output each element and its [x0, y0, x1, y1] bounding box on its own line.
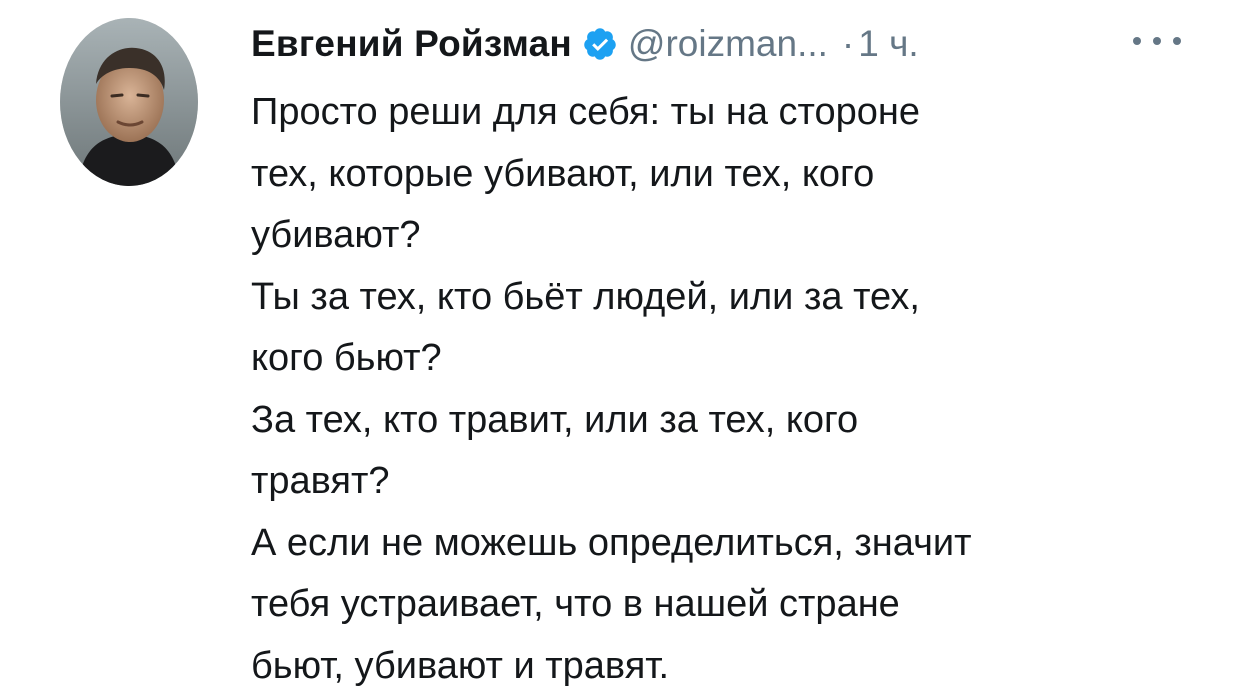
author-handle[interactable]: @roizman... — [628, 23, 828, 65]
verified-badge-icon — [582, 26, 618, 62]
tweet-text-line: За тех, кто травит, или за тех, кого — [251, 390, 1211, 452]
tweet-timestamp[interactable]: 1 ч. — [858, 23, 918, 65]
tweet-text-line: травят? — [251, 451, 1211, 513]
tweet-text-line: Ты за тех, кто бьёт людей, или за тех, — [251, 267, 1211, 329]
tweet-text-line: убивают? — [251, 205, 1211, 267]
tweet[interactable]: Евгений Ройзман @roizman... · 1 ч. Прост… — [0, 0, 1242, 696]
more-options-icon[interactable] — [1133, 26, 1181, 56]
tweet-text-line: кого бьют? — [251, 328, 1211, 390]
author-name[interactable]: Евгений Ройзман — [251, 23, 572, 65]
tweet-text-line: тебя устраивает, что в нашей стране — [251, 574, 1211, 636]
more-dot — [1153, 37, 1161, 45]
more-dot — [1173, 37, 1181, 45]
separator-dot: · — [842, 23, 854, 65]
tweet-header: Евгений Ройзман @roizman... · 1 ч. — [251, 18, 919, 70]
avatar[interactable] — [60, 18, 198, 186]
tweet-text-line: тех, которые убивают, или тех, кого — [251, 144, 1211, 206]
avatar-photo — [60, 18, 198, 186]
more-dot — [1133, 37, 1141, 45]
tweet-text: Просто реши для себя: ты на стороне тех,… — [251, 82, 1211, 697]
tweet-text-line: Просто реши для себя: ты на стороне — [251, 82, 1211, 144]
tweet-text-line: бьют, убивают и травят. — [251, 636, 1211, 697]
tweet-text-line: А если не можешь определиться, значит — [251, 513, 1211, 575]
